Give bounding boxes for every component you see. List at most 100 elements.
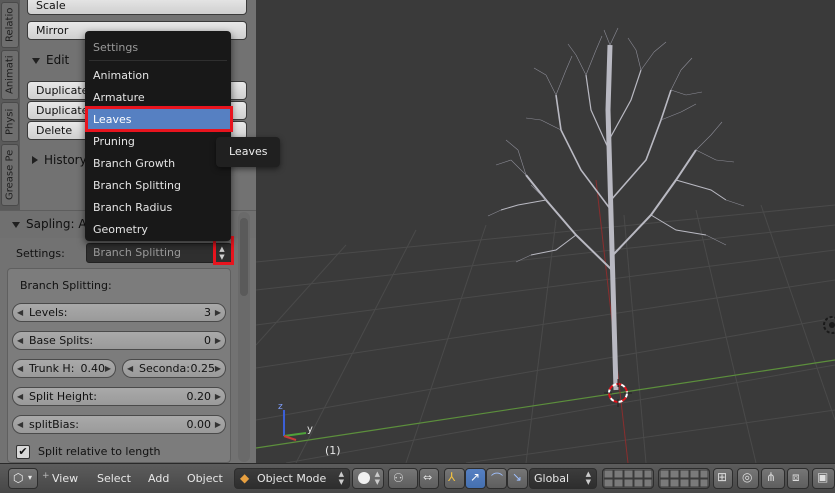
orientation-selector[interactable]: Global ▲ ▼ xyxy=(529,468,597,489)
decrement-arrow-icon[interactable]: ◀ xyxy=(17,416,23,433)
history-panel-header[interactable]: History xyxy=(32,153,87,167)
increment-arrow-icon[interactable]: ▶ xyxy=(215,304,221,321)
snap-element-button[interactable]: ⧈ xyxy=(787,468,809,489)
viewport-scene xyxy=(256,27,835,463)
tab-label: Relatio xyxy=(4,7,16,43)
split-bias-value: 0.00 xyxy=(186,418,212,431)
solid-sphere-icon xyxy=(358,472,370,484)
proportional-edit-icon: ◎ xyxy=(742,470,753,484)
split-height-field[interactable]: ◀ Split Height: 0.20 ▶ xyxy=(12,387,226,406)
rotate-toggle[interactable]: ⌒ xyxy=(486,468,507,489)
layers-grid-left[interactable] xyxy=(602,468,654,489)
decrement-arrow-icon[interactable]: ◀ xyxy=(17,332,23,349)
pivot-icon: ⚇ xyxy=(393,471,404,485)
decrement-arrow-icon[interactable]: ◀ xyxy=(127,360,133,377)
translate-toggle[interactable]: ↗ xyxy=(465,468,486,489)
decrement-arrow-icon[interactable]: ◀ xyxy=(17,304,23,321)
cube-icon: ⬡ xyxy=(13,471,24,485)
manipulate-origins-button[interactable]: ⇔ xyxy=(419,468,439,489)
levels-field[interactable]: ◀ Levels: 3 ▶ xyxy=(12,303,226,322)
leaves-item-highlight xyxy=(85,106,233,132)
trunk-height-label: Trunk H: xyxy=(29,362,75,375)
increment-arrow-icon[interactable]: ▶ xyxy=(105,360,111,377)
base-splits-field[interactable]: ◀ Base Splits: 0 ▶ xyxy=(12,331,226,350)
snap-element-icon: ⧈ xyxy=(792,470,800,484)
increment-arrow-icon[interactable]: ▶ xyxy=(215,332,221,349)
viewport-shading-button[interactable]: ▲ ▼ xyxy=(352,468,384,489)
snap-toggle[interactable]: ⋔ xyxy=(761,468,785,489)
menu-item-pruning[interactable]: Pruning xyxy=(85,131,231,153)
tab-relations[interactable]: Relatio xyxy=(1,2,19,48)
menu-collapse-icon[interactable]: + xyxy=(42,471,50,481)
orientation-label: Global xyxy=(534,472,570,485)
increment-arrow-icon[interactable]: ▶ xyxy=(215,388,221,405)
menu-item-branch-radius[interactable]: Branch Radius xyxy=(85,197,231,219)
increment-arrow-icon[interactable]: ▶ xyxy=(215,416,221,433)
menu-item-geometry[interactable]: Geometry xyxy=(85,219,231,241)
tab-physics[interactable]: Physi xyxy=(1,102,19,142)
levels-value: 3 xyxy=(204,306,211,319)
settings-dropdown-menu: Settings Animation Armature Leaves Pruni… xyxy=(85,31,231,241)
tab-label: Grease Pe xyxy=(4,149,16,201)
secondary-split-label: Seconda: xyxy=(139,362,190,375)
arrows-icon: ⇔ xyxy=(423,471,433,484)
decrement-arrow-icon[interactable]: ◀ xyxy=(17,360,23,377)
mode-selector[interactable]: ◆ Object Mode ▲ ▼ xyxy=(234,468,350,489)
editor-type-button[interactable]: ⬡ ▾ xyxy=(8,468,38,489)
menu-add[interactable]: Add xyxy=(148,472,169,485)
translate-arrow-icon: ↗ xyxy=(470,470,481,484)
trunk-height-field[interactable]: ◀ Trunk H: 0.40 ▶ xyxy=(12,359,116,378)
pivot-point-button[interactable]: ⚇ xyxy=(388,468,418,489)
menu-item-branch-growth[interactable]: Branch Growth xyxy=(85,153,231,175)
menu-item-animation[interactable]: Animation xyxy=(85,65,231,87)
edit-panel-header[interactable]: Edit xyxy=(32,53,69,67)
menu-object[interactable]: Object xyxy=(187,472,223,485)
collapse-triangle-icon xyxy=(12,222,20,228)
camera-icon: ▣ xyxy=(817,470,829,484)
3d-viewport[interactable]: y z (1) xyxy=(256,0,835,463)
dropdown-title: Settings xyxy=(93,41,139,54)
scale-toggle[interactable]: ↘ xyxy=(507,468,528,489)
checkbox-checked-icon[interactable]: ✔ xyxy=(16,445,30,459)
layer-buttons-icon xyxy=(659,469,709,488)
shelf-tab-strip: Relatio Animati Physi Grease Pe xyxy=(0,0,20,210)
settings-row: Settings: Branch Splitting ▲ ▼ xyxy=(0,240,240,266)
manipulator-toggle[interactable]: ⅄ xyxy=(444,468,465,489)
sapling-title-text: Sapling: Ad xyxy=(26,217,94,231)
branch-splitting-box: Branch Splitting: ◀ Levels: 3 ▶ ◀ Base S… xyxy=(7,268,231,463)
split-height-label: Split Height: xyxy=(29,390,97,403)
layer-buttons-icon xyxy=(603,469,653,488)
secondary-split-field[interactable]: ◀ Seconda: 0.25 ▶ xyxy=(122,359,226,378)
settings-select-value: Branch Splitting xyxy=(93,246,182,259)
floor-grid xyxy=(256,204,835,463)
scrollbar-thumb[interactable] xyxy=(240,218,248,296)
base-splits-value: 0 xyxy=(204,334,211,347)
proportional-editing-button[interactable]: ◎ xyxy=(737,468,759,489)
edit-panel-title: Edit xyxy=(46,53,70,67)
layer-lock-button[interactable]: ⊞ xyxy=(713,468,733,489)
settings-select[interactable]: Branch Splitting ▲ ▼ xyxy=(86,243,232,263)
shelf-scrollbar[interactable] xyxy=(238,212,250,462)
frame-number: (1) xyxy=(325,444,341,457)
render-preview-button[interactable]: ▣ xyxy=(812,468,835,489)
split-height-value: 0.20 xyxy=(186,390,212,403)
split-bias-field[interactable]: ◀ splitBias: 0.00 ▶ xyxy=(12,415,226,434)
increment-arrow-icon[interactable]: ▶ xyxy=(215,360,221,377)
menu-item-branch-splitting[interactable]: Branch Splitting xyxy=(85,175,231,197)
tab-label: Physi xyxy=(4,108,16,136)
tab-grease-pencil[interactable]: Grease Pe xyxy=(1,144,19,206)
decrement-arrow-icon[interactable]: ◀ xyxy=(17,388,23,405)
tab-animation[interactable]: Animati xyxy=(1,50,19,100)
tab-label: Animati xyxy=(4,55,16,95)
scale-button[interactable]: Scale xyxy=(27,0,247,15)
menu-select[interactable]: Select xyxy=(97,472,131,485)
split-relative-checkbox-row[interactable]: ✔ Split relative to length xyxy=(16,444,226,462)
menu-view[interactable]: View xyxy=(52,472,78,485)
collapse-triangle-icon xyxy=(32,58,40,64)
history-panel-title: History xyxy=(44,153,87,167)
expand-triangle-icon xyxy=(32,156,38,164)
axis-y-label: y xyxy=(307,424,313,435)
layers-grid-right[interactable] xyxy=(658,468,710,489)
scale-icon: ↘ xyxy=(512,470,523,484)
object-cube-icon: ◆ xyxy=(240,471,250,485)
